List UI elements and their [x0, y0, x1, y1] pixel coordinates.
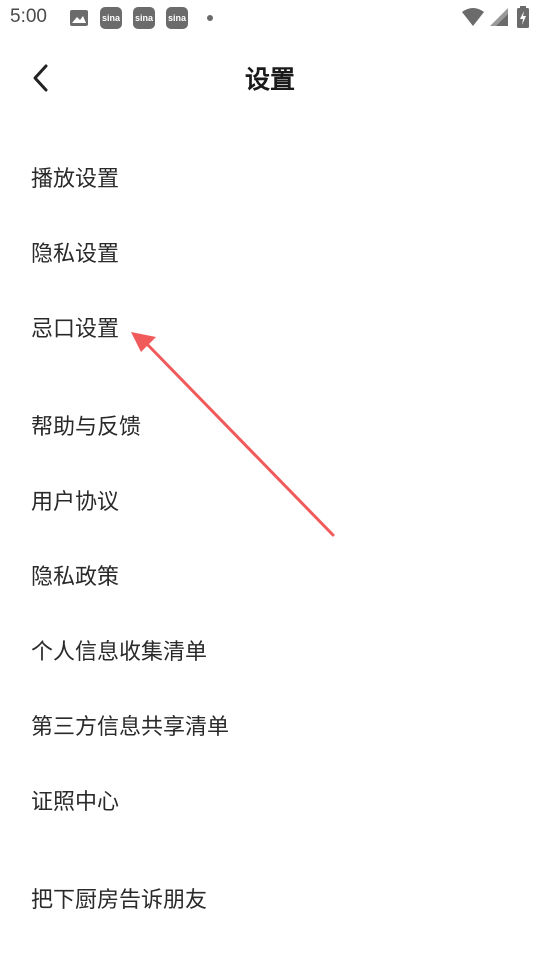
sina-app-icon: sina: [100, 7, 122, 29]
menu-item-privacy-settings[interactable]: 隐私设置: [31, 235, 119, 275]
page-title: 设置: [244, 65, 295, 94]
status-bar: 5:00 sina sina sina: [0, 0, 540, 36]
image-icon: [69, 8, 89, 32]
notification-dot-icon: [207, 15, 213, 21]
sina-app-icon: sina: [166, 7, 188, 29]
signal-icon: [489, 7, 509, 31]
header: 设置: [0, 40, 540, 116]
sina-app-icon: sina: [133, 7, 155, 29]
menu-item-dietary-restrictions[interactable]: 忌口设置: [31, 310, 119, 350]
status-time: 5:00: [10, 6, 47, 27]
wifi-icon: [461, 7, 485, 31]
menu-item-share-with-friends[interactable]: 把下厨房告诉朋友: [31, 881, 207, 921]
menu-item-privacy-policy[interactable]: 隐私政策: [31, 558, 119, 598]
menu-item-personal-info-list[interactable]: 个人信息收集清单: [31, 633, 207, 673]
menu-item-license-center[interactable]: 证照中心: [31, 783, 119, 823]
menu-item-help-feedback[interactable]: 帮助与反馈: [31, 408, 141, 448]
menu-item-playback-settings[interactable]: 播放设置: [31, 160, 119, 200]
menu-item-user-agreement[interactable]: 用户协议: [31, 483, 119, 523]
battery-icon: [517, 6, 529, 32]
menu-item-third-party-sharing-list[interactable]: 第三方信息共享清单: [31, 708, 229, 748]
